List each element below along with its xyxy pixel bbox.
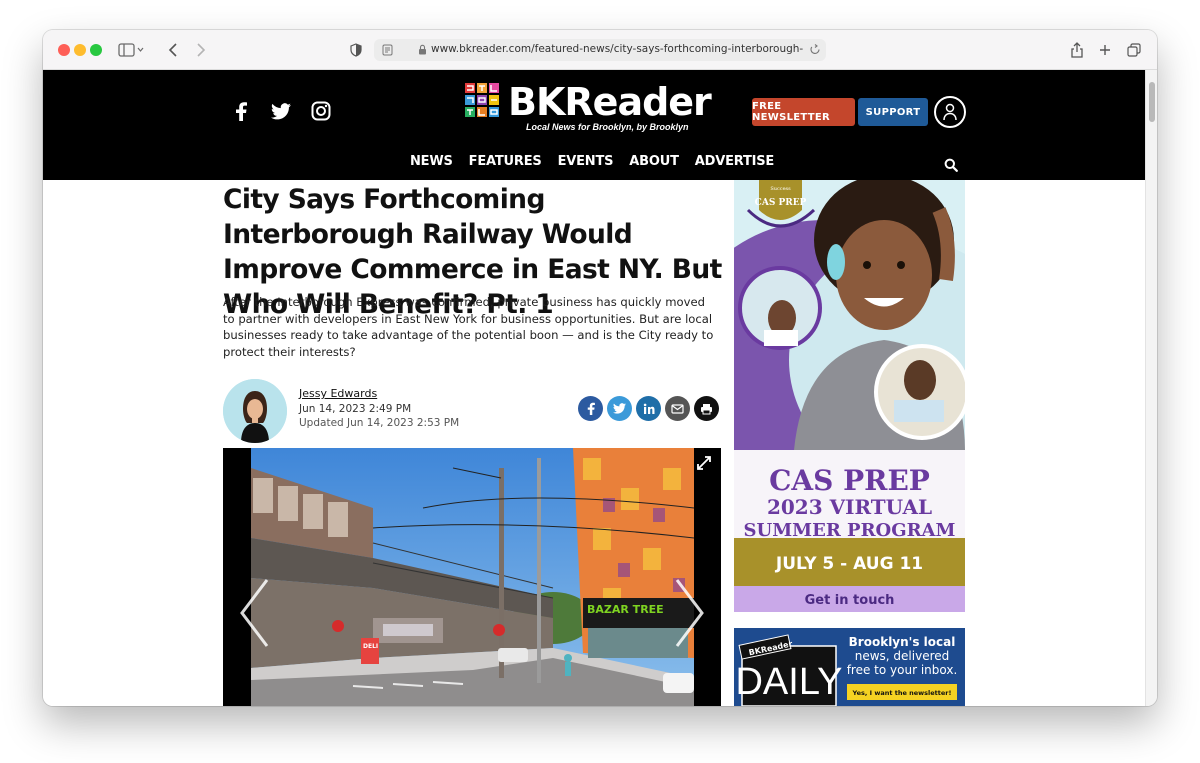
main-nav: NEWS FEATURES EVENTS ABOUT ADVERTISE — [410, 154, 790, 169]
ad-line-2: 2023 VIRTUAL — [767, 495, 932, 519]
ad-badge-top: Success — [770, 186, 791, 192]
daily-ad-title: DAILY — [735, 661, 842, 703]
facebook-icon[interactable] — [228, 98, 254, 124]
ad-line-1: CAS PREP — [769, 464, 930, 497]
web-page: BKReader Local News for Brooklyn, by Bro… — [43, 70, 1145, 706]
share-icon[interactable] — [1068, 39, 1086, 61]
bkreader-daily-ad[interactable]: BKReader DAILY Brooklyn's local news, de… — [734, 628, 965, 706]
support-button[interactable]: SUPPORT — [858, 98, 928, 126]
published-date: Jun 14, 2023 2:49 PM — [299, 403, 412, 415]
share-twitter-icon[interactable] — [607, 396, 632, 421]
daily-ad-headline-2: news, delivered — [855, 649, 950, 663]
close-window-button[interactable] — [58, 44, 70, 56]
print-icon[interactable] — [694, 396, 719, 421]
site-logo[interactable]: BKReader Local News for Brooklyn, by Bro… — [464, 80, 724, 134]
reader-mode-icon[interactable] — [382, 44, 393, 59]
address-bar[interactable]: www.bkreader.com/featured-news/city-says… — [374, 39, 826, 61]
browser-window: www.bkreader.com/featured-news/city-says… — [43, 30, 1157, 706]
reload-icon[interactable] — [809, 43, 821, 59]
logo-wordmark: BKReader — [508, 80, 712, 124]
browser-toolbar: www.bkreader.com/featured-news/city-says… — [43, 30, 1157, 70]
nav-news[interactable]: NEWS — [410, 154, 453, 169]
previous-slide-icon[interactable] — [239, 578, 269, 653]
account-icon[interactable] — [934, 96, 966, 128]
share-facebook-icon[interactable] — [578, 396, 603, 421]
daily-ad-art: BKReader DAILY Brooklyn's local news, de… — [734, 628, 965, 706]
cas-prep-ad-art: Success CAS PREP CAS PREP 2023 VIRTUAL S… — [734, 180, 965, 612]
nav-about[interactable]: ABOUT — [629, 154, 679, 169]
ad-dates: JULY 5 - AUG 11 — [775, 554, 923, 574]
search-icon[interactable] — [944, 158, 958, 172]
article-summary: After the Interborough Express was confi… — [223, 295, 714, 359]
next-slide-icon[interactable] — [675, 578, 705, 653]
daily-ad-headline-1: Brooklyn's local — [849, 635, 956, 649]
site-header: BKReader Local News for Brooklyn, by Bro… — [43, 70, 1145, 180]
author-avatar[interactable] — [223, 379, 287, 443]
twitter-icon[interactable] — [268, 98, 294, 124]
tab-overview-icon[interactable] — [1125, 39, 1143, 61]
cas-prep-ad[interactable]: Success CAS PREP CAS PREP 2023 VIRTUAL S… — [734, 180, 965, 612]
minimize-window-button[interactable] — [74, 44, 86, 56]
deli-sign: DELI — [363, 643, 378, 650]
nav-events[interactable]: EVENTS — [558, 154, 614, 169]
scrollbar-thumb[interactable] — [1149, 82, 1155, 122]
share-email-icon[interactable] — [665, 396, 690, 421]
ad-line-3: SUMMER PROGRAM — [744, 520, 956, 541]
free-newsletter-button[interactable]: FREE NEWSLETTER — [752, 98, 855, 126]
lead-photo[interactable]: BAZAR TREE DELI — [223, 448, 721, 706]
url-text: www.bkreader.com/featured-news/city-says… — [431, 43, 804, 55]
forward-icon[interactable] — [193, 39, 209, 61]
page-scrollbar[interactable] — [1145, 70, 1157, 706]
nav-advertise[interactable]: ADVERTISE — [695, 154, 775, 169]
fullscreen-icon[interactable] — [697, 456, 711, 475]
daily-ad-headline-3: free to your inbox. — [847, 663, 958, 677]
logo-mark-icon — [465, 83, 499, 117]
nav-features[interactable]: FEATURES — [469, 154, 542, 169]
sidebar-toggle-icon[interactable] — [117, 39, 145, 61]
lock-icon — [418, 44, 427, 58]
new-tab-icon[interactable] — [1096, 39, 1114, 61]
back-icon[interactable] — [165, 39, 181, 61]
ad-cta[interactable]: Get in touch — [805, 593, 895, 608]
zoom-window-button[interactable] — [90, 44, 102, 56]
updated-date: Updated Jun 14, 2023 2:53 PM — [299, 417, 460, 429]
daily-ad-cta[interactable]: Yes, I want the newsletter! — [852, 689, 952, 697]
storefront-sign: BAZAR TREE — [587, 603, 664, 616]
ad-badge-name: CAS PREP — [755, 198, 807, 208]
author-link[interactable]: Jessy Edwards — [299, 387, 377, 400]
share-linkedin-icon[interactable] — [636, 396, 661, 421]
privacy-shield-icon[interactable] — [348, 39, 364, 61]
logo-tagline: Local News for Brooklyn, by Brooklyn — [526, 122, 689, 132]
instagram-icon[interactable] — [308, 98, 334, 124]
